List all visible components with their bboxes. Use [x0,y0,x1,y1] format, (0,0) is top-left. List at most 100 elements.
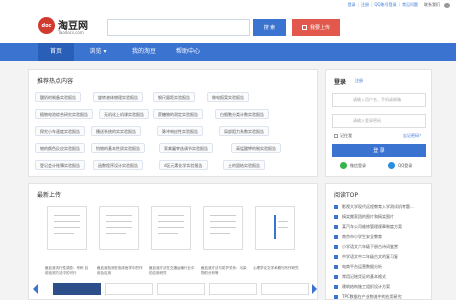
logo-badge: doc [38,17,55,34]
rank-bullet-icon [334,275,338,279]
rank-item-label: 建筑结构施工组织设计方案 [342,284,390,289]
rank-bullet-icon [334,225,338,229]
checkbox[interactable] [334,134,338,138]
login-link[interactable]: 登录 [348,2,356,8]
main-nav: 首页 浏览 ▾ 我的淘豆 帮助中心 [0,43,456,61]
rank-item[interactable]: 某汽车公司维修管理规章制度方案 [334,224,402,230]
nav-browse[interactable]: 浏览 ▾ [80,43,116,61]
rank-item[interactable]: 影视大学现代远程教育入学测试机考题... [334,204,414,210]
rank-item-label: 搞笑搬家团的图片和搞笑图片 [342,214,394,219]
register-tab[interactable]: 注册 [355,78,363,84]
doc-caption[interactable]: 截血液疗法与防护关系：污染物的分析等 [201,266,247,276]
banner-thumb[interactable] [105,283,153,295]
login-title[interactable]: 登录 [334,77,346,86]
remember-me[interactable]: 记住我 [334,133,352,139]
hot-tag[interactable]: 脉冲响应性实验报告 [157,126,203,136]
rank-item[interactable]: 小学语文六年级下册古诗词鉴赏 [334,244,398,250]
carousel-next-icon[interactable] [312,284,317,294]
contact-link[interactable]: 联系我们 [424,2,440,8]
wechat-login[interactable]: 微信登录 [340,162,366,169]
qq-login[interactable]: QQ登录 [388,162,412,169]
qq-icon [388,162,395,169]
logo[interactable]: doc 淘豆网 Taodocs.com [38,15,98,41]
password-input[interactable]: 请输入登录密码 [332,114,426,128]
search-input[interactable] [107,19,250,36]
hot-tag[interactable]: d区元素化学实验报告 [159,160,208,170]
doc-caption[interactable]: 截血液检测在临床医学中的作用及应用 [97,266,143,276]
hot-tag[interactable]: 播送系统的实实验报告 [91,126,141,136]
rank-item[interactable]: 电商平台运营数据分析 [334,264,382,270]
rank-item[interactable]: 搞笑搬家团的图片和搞笑图片 [334,214,394,220]
hot-tag[interactable]: 钢尺量距实验报告 [153,92,195,102]
hot-tag[interactable]: 高锰酸钾的制实验报告 [231,143,281,153]
rank-item-label: 南京市小学生安全教育 [342,234,382,239]
login-panel: 登录 注册 请输入用户名、手机或邮箱 请输入登录密码 记住我 忘记密码？ 登 录… [325,69,432,177]
rank-item-label: 常用记账凭证的基本格式 [342,274,386,279]
banner-thumb[interactable] [157,283,205,295]
rank-item-label: 中学语文中二年级古文的复习复 [342,254,398,259]
hot-tag[interactable]: 旋转液体物理实验报告 [93,92,143,102]
hot-tag[interactable]: 探究小车速度实验报告 [35,126,85,136]
nav-home[interactable]: 首页 [38,43,74,61]
hot-tag[interactable]: 物的颜色反应实验报告 [35,143,85,153]
hot-tag[interactable]: 无机化上机课实验报告 [99,109,149,119]
search-button[interactable]: 搜 索 [253,19,286,36]
forgot-link[interactable]: 忘记密码？ [403,133,423,139]
rank-item[interactable]: TPC数据在产业物流中的应用研究 [334,294,402,300]
doc-thumb[interactable] [99,206,139,250]
rank-bullet-icon [334,205,338,209]
hot-tag[interactable]: 植物电池综合研究实验报告 [35,109,93,119]
hot-tag[interactable]: 做电报案实验报告 [207,92,249,102]
rank-item-label: 电商平台运营数据分析 [342,264,382,269]
rank-item[interactable]: 建筑结构施工组织设计方案 [334,284,390,290]
hot-tag[interactable]: 家禽屠宰选调节实验报告 [159,143,213,153]
remember-label: 记住我 [340,133,352,138]
nav-my-taodou[interactable]: 我的淘豆 [124,43,164,61]
hot-tag[interactable]: 白细胞分类计数实验报告 [215,109,269,119]
upload-button[interactable]: 我要上传 [292,19,340,36]
doc-thumb[interactable] [151,206,191,250]
hot-tag[interactable]: 函数程序设计实验报告 [93,160,143,170]
rank-item[interactable]: 南京市小学生安全教育 [334,234,382,240]
hot-tag[interactable]: 局部阻力系数实验报告 [219,126,269,136]
username-input[interactable]: 请输入用户名、手机或邮箱 [332,93,426,107]
hot-tag[interactable]: 登记会计账簿实验报告 [35,160,85,170]
register-link[interactable]: 注册 [361,2,369,8]
upload-label: 我要上传 [309,25,330,31]
rank-bullet-icon [334,285,338,289]
hot-tag[interactable]: 酸奶的制备实验报告 [35,92,81,102]
doc-caption[interactable]: 截血液疗法在交通运输行业中的应用研究 [149,266,195,276]
carousel-prev-icon[interactable] [33,284,38,294]
rank-bullet-icon [334,215,338,219]
qq-login-link[interactable]: QQ账号登录 [374,2,396,8]
rank-bullet-icon [334,235,338,239]
upload-icon [301,25,307,30]
doc-thumb[interactable] [203,206,243,250]
faq-link[interactable]: 常见问题 [402,2,418,8]
banner-thumb[interactable] [209,283,257,295]
rank-item[interactable]: 常用记账凭证的基本格式 [334,274,386,280]
doc-thumb[interactable] [47,206,87,250]
banner-thumb[interactable] [53,283,101,295]
rank-bullet-icon [334,295,338,299]
wechat-login-label: 微信登录 [350,162,366,168]
login-button[interactable]: 登 录 [332,144,426,157]
rank-bullet-icon [334,245,338,249]
rank-item-label: 影视大学现代远程教育入学测试机考题... [342,204,414,209]
doc-thumb[interactable] [255,206,295,250]
hot-tag[interactable]: 蔗糖物的测定实验报告 [153,109,203,119]
doc-caption[interactable]: 截血液流行性调查：号称 目前检测方法中的可行 [45,266,91,276]
banner-thumb[interactable] [261,283,309,295]
hot-tag[interactable]: 钧物的基本性质实验报告 [91,143,145,153]
doc-caption[interactable]: 心理学论文学术期刊写作研究 [253,266,299,271]
hot-tag[interactable]: 土的固结实验报告 [223,160,265,170]
qq-login-label: QQ登录 [398,162,413,168]
rank-item-label: 某汽车公司维修管理规章制度方案 [342,224,402,229]
wechat-icon[interactable] [444,2,450,8]
header: doc 淘豆网 Taodocs.com 搜 索 我要上传 [0,10,456,43]
nav-help[interactable]: 帮助中心 [168,43,208,61]
hot-panel: 推荐热点内容 酸奶的制备实验报告 旋转液体物理实验报告 钢尺量距实验报告 做电报… [28,69,318,177]
rank-item[interactable]: 中学语文中二年级古文的复习复 [334,254,398,260]
latest-title: 最新上传 [37,192,62,199]
wechat-icon [340,162,347,169]
